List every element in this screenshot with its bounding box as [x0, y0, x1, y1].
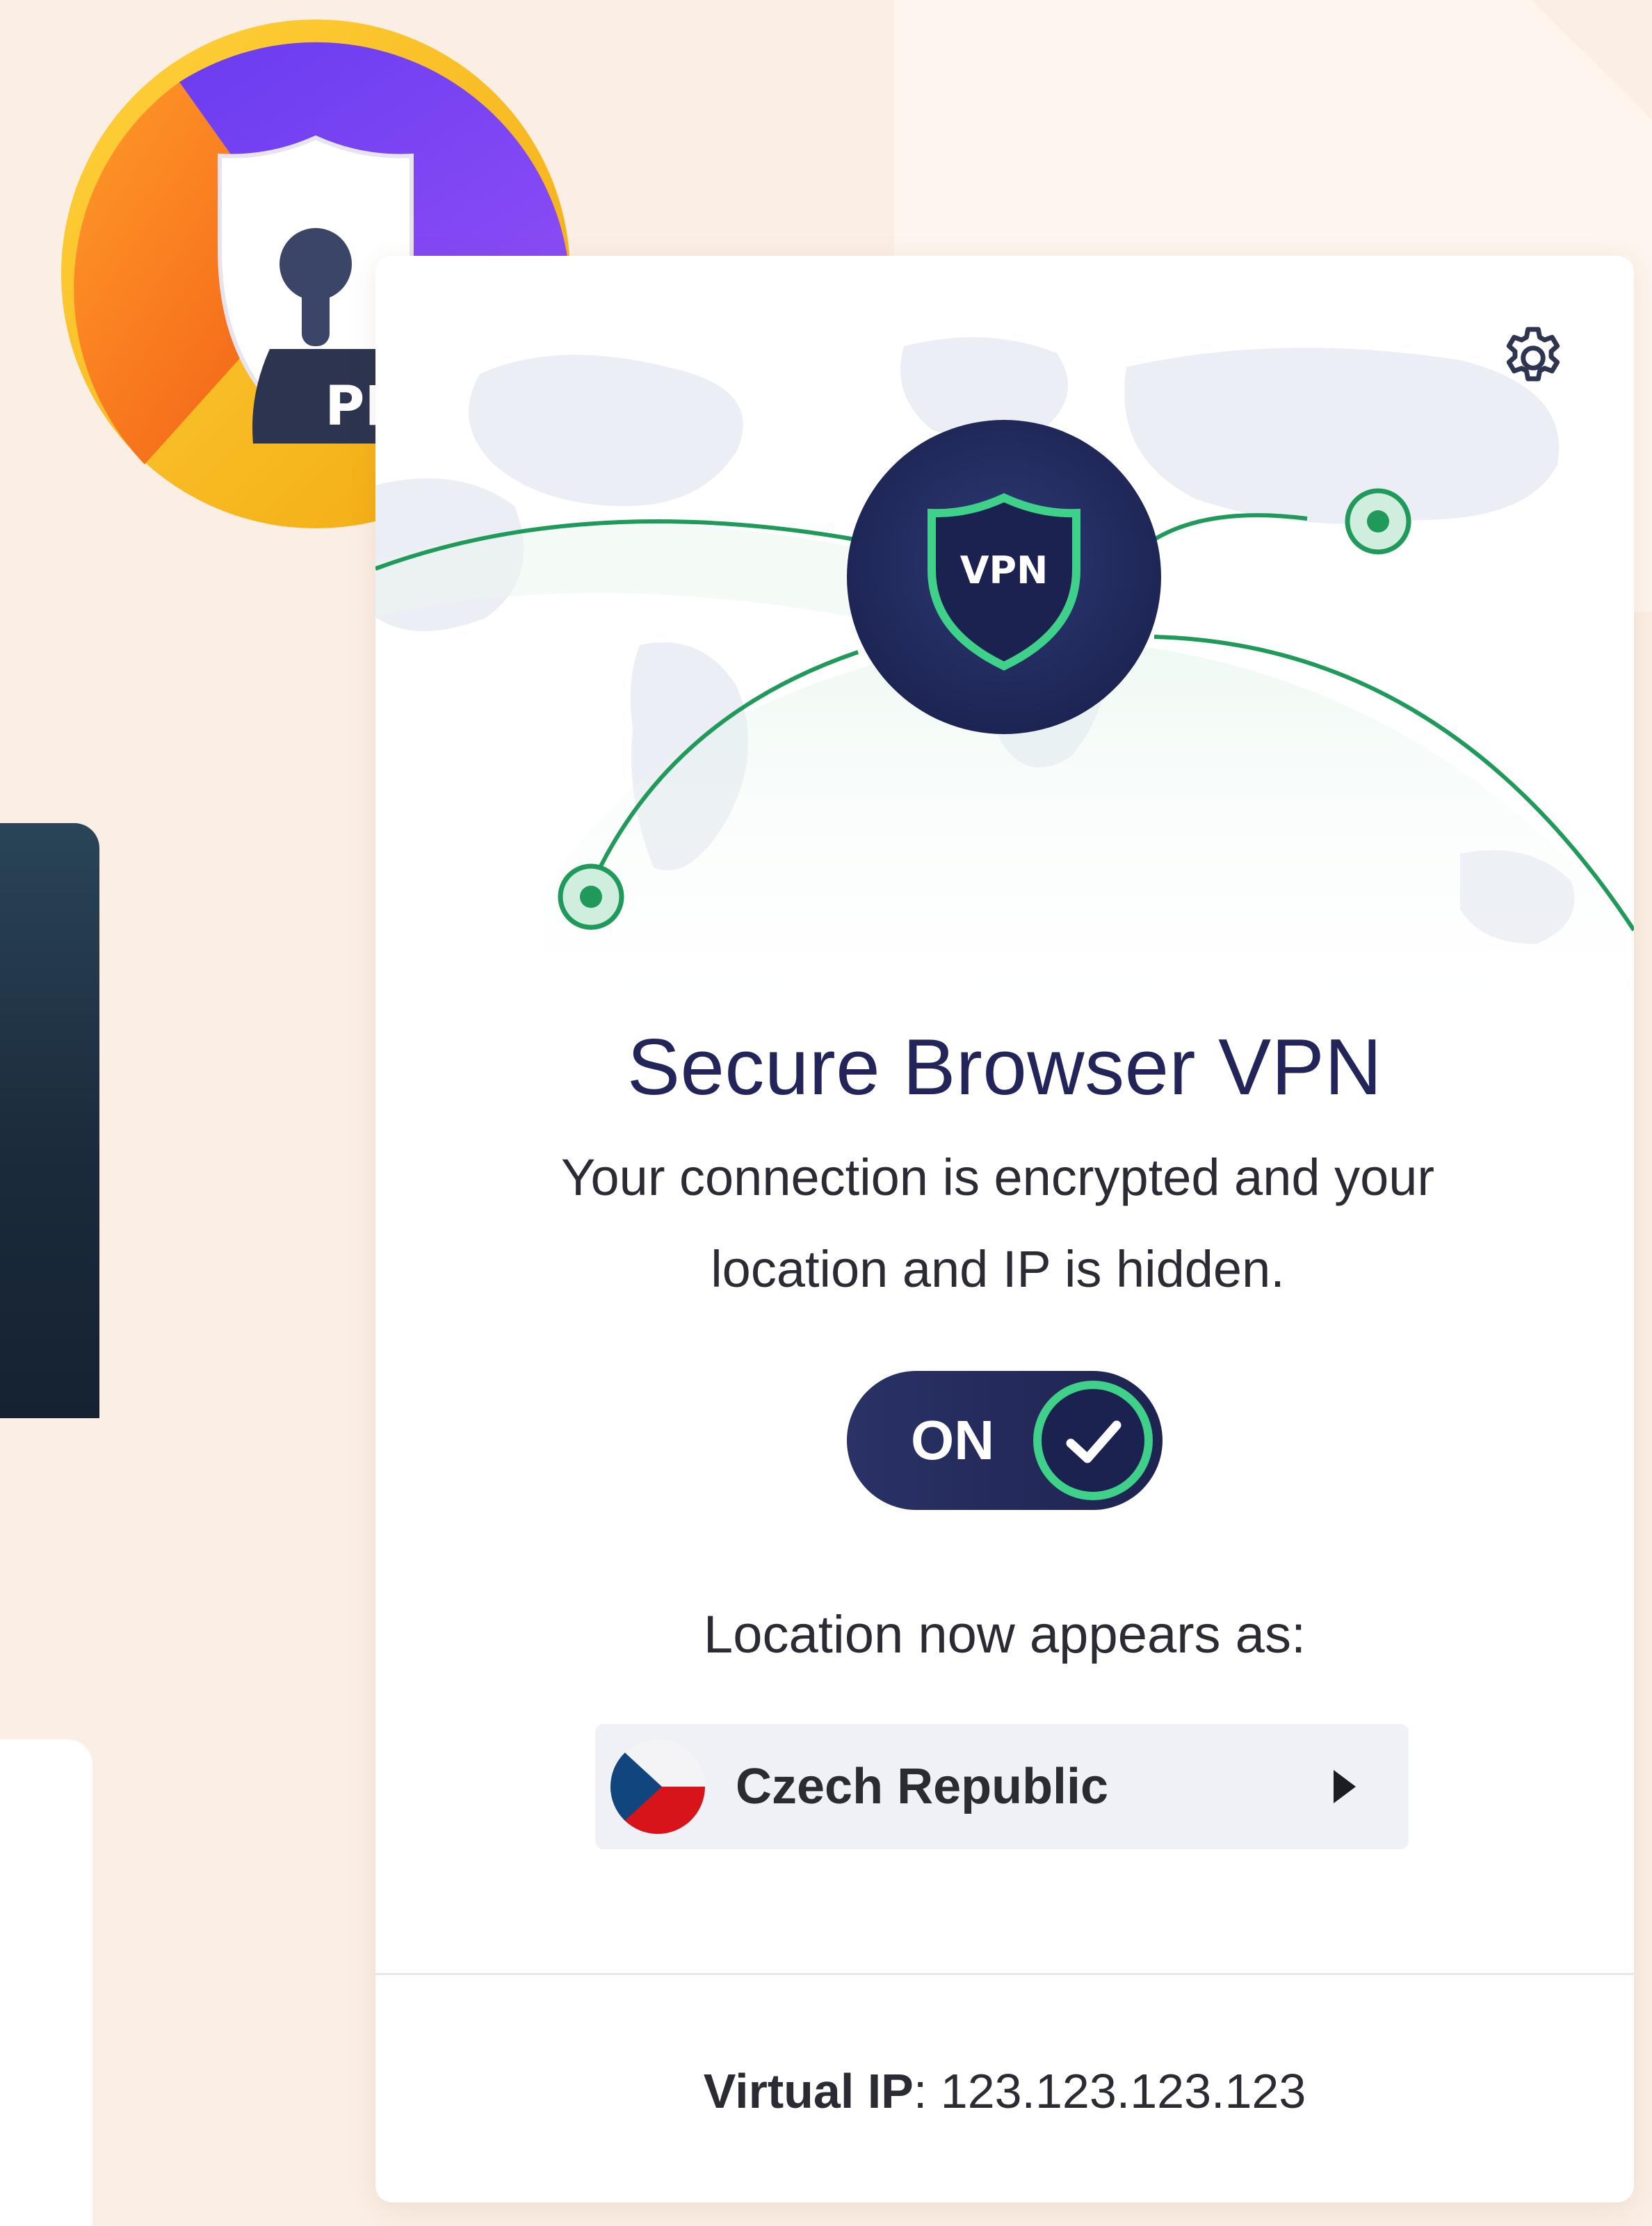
country-selector[interactable]: Czech Republic	[595, 1724, 1409, 1849]
gear-icon	[1506, 327, 1560, 382]
virtual-ip-separator: :	[913, 2064, 928, 2118]
description-line-1: Your connection is encrypted and your	[560, 1148, 1435, 1206]
chevron-right-icon	[1334, 1770, 1356, 1803]
footer-divider	[375, 1973, 1634, 1975]
vpn-hub-label: VPN	[959, 549, 1048, 592]
location-label: Location now appears as:	[703, 1605, 1306, 1664]
vpn-panel: VPN Secure Browser VPN Your connection i…	[375, 256, 1634, 2202]
panel-title: Secure Browser VPN	[626, 1023, 1383, 1112]
virtual-ip-text: Virtual IP: 123.123.123.123	[375, 2063, 1634, 2119]
status-description: Your connection is encrypted and your lo…	[466, 1132, 1530, 1315]
toggle-state-label: ON	[911, 1409, 994, 1471]
settings-button[interactable]	[1495, 320, 1571, 396]
czech-flag-icon	[610, 1739, 705, 1834]
virtual-ip-value: 123.123.123.123	[927, 2064, 1306, 2118]
background-card-light	[0, 1739, 92, 2226]
background-card-dark	[0, 823, 99, 1418]
description-line-2: location and IP is hidden.	[711, 1240, 1285, 1298]
vpn-toggle-switch[interactable]: ON	[847, 1371, 1163, 1510]
country-name: Czech Republic	[736, 1759, 1109, 1814]
check-icon	[1033, 1381, 1153, 1500]
world-map-graphic	[375, 337, 1634, 1055]
virtual-ip-label: Virtual IP	[703, 2064, 914, 2118]
